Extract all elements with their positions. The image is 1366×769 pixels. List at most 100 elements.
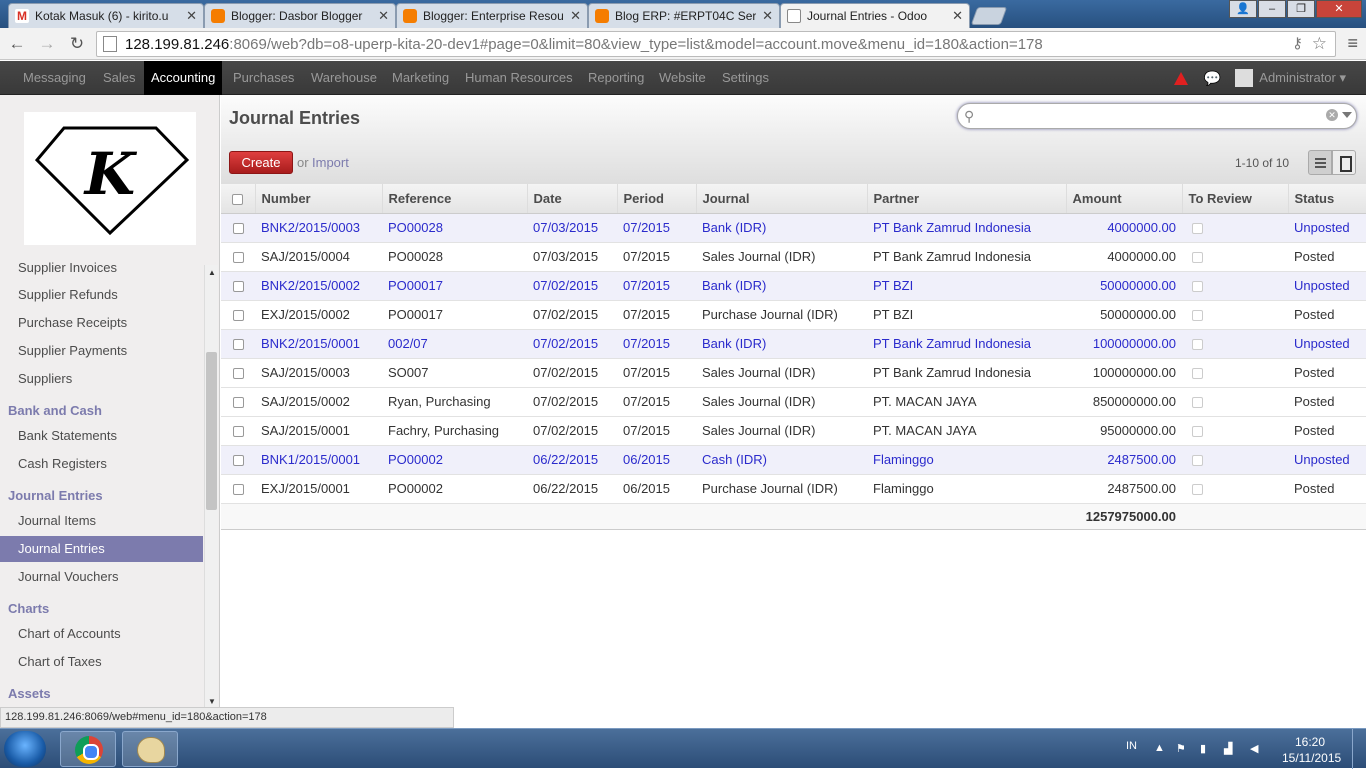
address-bar[interactable]: 128.199.81.246:8069/web?db=o8-uperp-kita… xyxy=(96,31,1336,57)
column-to-review[interactable]: To Review xyxy=(1181,184,1288,214)
table-row[interactable]: BNK2/2015/0002 PO00017 07/02/2015 07/2015 Ba… xyxy=(221,271,1366,301)
scroll-down-icon[interactable]: ▼ xyxy=(208,697,216,706)
cell-period[interactable]: 07/2015 xyxy=(617,416,696,446)
browser-tab-blogger-dashboard[interactable]: Blogger: Dasbor Blogger ✕ xyxy=(204,3,396,28)
select-all-checkbox[interactable] xyxy=(232,193,244,205)
cell-amount[interactable]: 95000000.00 xyxy=(1066,416,1182,446)
close-icon[interactable]: ✕ xyxy=(186,8,197,24)
cell-number[interactable]: SAJ/2015/0003 xyxy=(255,358,382,388)
browser-tab-blog-erp[interactable]: Blog ERP: #ERPT04C Serve ✕ xyxy=(588,3,780,28)
cell-status[interactable]: Posted xyxy=(1288,416,1366,446)
close-icon[interactable]: ✕ xyxy=(570,8,581,24)
cell-date[interactable]: 07/02/2015 xyxy=(527,416,617,446)
reload-icon[interactable]: ↻ xyxy=(64,31,90,57)
cell-status[interactable]: Unposted xyxy=(1288,445,1366,475)
cell-number[interactable]: SAJ/2015/0001 xyxy=(255,416,382,446)
cell-date[interactable]: 07/02/2015 xyxy=(527,358,617,388)
row-checkbox-cell[interactable] xyxy=(221,474,255,504)
cell-period[interactable]: 07/2015 xyxy=(617,387,696,417)
import-link[interactable]: Import xyxy=(312,155,349,170)
cell-amount[interactable]: 50000000.00 xyxy=(1066,271,1182,301)
sidebar-item-supplier-refunds[interactable]: Supplier Refunds xyxy=(0,282,203,308)
sidebar-item-supplier-invoices[interactable]: Supplier Invoices xyxy=(0,255,203,281)
sidebar-item-bank-statements[interactable]: Bank Statements xyxy=(0,423,203,449)
menu-website[interactable]: Website xyxy=(652,61,713,95)
row-checkbox-cell[interactable] xyxy=(221,242,255,272)
table-row[interactable]: BNK1/2015/0001 PO00002 06/22/2015 06/2015 Ca… xyxy=(221,445,1366,475)
cell-reference[interactable]: Ryan, Purchasing xyxy=(382,387,527,417)
menu-reporting[interactable]: Reporting xyxy=(581,61,651,95)
menu-sales[interactable]: Sales xyxy=(96,61,143,95)
cell-number[interactable]: BNK1/2015/0001 xyxy=(255,445,382,475)
taskbar-chrome[interactable] xyxy=(60,731,116,767)
cell-reference[interactable]: 002/07 xyxy=(382,329,527,359)
cell-amount[interactable]: 100000000.00 xyxy=(1066,329,1182,359)
close-icon[interactable]: ✕ xyxy=(762,8,773,24)
sidebar-item-supplier-payments[interactable]: Supplier Payments xyxy=(0,338,203,364)
cell-date[interactable]: 06/22/2015 xyxy=(527,474,617,504)
row-checkbox-cell[interactable] xyxy=(221,271,255,301)
menu-purchases[interactable]: Purchases xyxy=(226,61,301,95)
cell-partner[interactable]: PT Bank Zamrud Indonesia xyxy=(867,329,1066,359)
cell-status[interactable]: Unposted xyxy=(1288,271,1366,301)
cell-partner[interactable]: PT Bank Zamrud Indonesia xyxy=(867,242,1066,272)
row-checkbox[interactable] xyxy=(232,281,244,293)
cell-status[interactable]: Posted xyxy=(1288,474,1366,504)
clock[interactable]: 16:20 15/11/2015 xyxy=(1282,734,1341,766)
maximize-button[interactable]: ❐ xyxy=(1287,0,1315,18)
cell-status[interactable]: Posted xyxy=(1288,387,1366,417)
cell-status[interactable]: Unposted xyxy=(1288,213,1366,243)
menu-settings[interactable]: Settings xyxy=(715,61,776,95)
cell-partner[interactable]: Flaminggo xyxy=(867,474,1066,504)
cell-date[interactable]: 07/02/2015 xyxy=(527,329,617,359)
row-checkbox-cell[interactable] xyxy=(221,416,255,446)
cell-journal[interactable]: Bank (IDR) xyxy=(696,329,867,359)
cell-period[interactable]: 07/2015 xyxy=(617,358,696,388)
user-icon[interactable]: 👤 xyxy=(1229,0,1257,18)
row-checkbox-cell[interactable] xyxy=(221,213,255,243)
table-row[interactable]: SAJ/2015/0003 SO007 07/02/2015 07/2015 Sales… xyxy=(221,358,1366,388)
sidebar-item-journal-vouchers[interactable]: Journal Vouchers xyxy=(0,564,203,590)
cell-period[interactable]: 07/2015 xyxy=(617,300,696,330)
new-tab-button[interactable] xyxy=(970,7,1008,25)
row-checkbox-cell[interactable] xyxy=(221,445,255,475)
cell-to-review[interactable] xyxy=(1182,300,1288,330)
menu-marketing[interactable]: Marketing xyxy=(385,61,456,95)
close-icon[interactable]: ✕ xyxy=(378,8,389,24)
cell-to-review[interactable] xyxy=(1182,474,1288,504)
cell-number[interactable]: BNK2/2015/0003 xyxy=(255,213,382,243)
cell-reference[interactable]: PO00028 xyxy=(382,213,527,243)
cell-period[interactable]: 07/2015 xyxy=(617,242,696,272)
select-all-checkbox-cell[interactable] xyxy=(221,184,255,214)
table-row[interactable]: SAJ/2015/0001 Fachry, Purchasing 07/02/201… xyxy=(221,416,1366,446)
cell-reference[interactable]: PO00028 xyxy=(382,242,527,272)
row-checkbox-cell[interactable] xyxy=(221,387,255,417)
cell-reference[interactable]: PO00002 xyxy=(382,445,527,475)
cell-journal[interactable]: Sales Journal (IDR) xyxy=(696,242,867,272)
cell-date[interactable]: 06/22/2015 xyxy=(527,445,617,475)
cell-journal[interactable]: Bank (IDR) xyxy=(696,213,867,243)
column-amount[interactable]: Amount xyxy=(1065,184,1182,214)
cell-partner[interactable]: PT Bank Zamrud Indonesia xyxy=(867,213,1066,243)
column-journal[interactable]: Journal xyxy=(695,184,867,214)
cell-reference[interactable]: Fachry, Purchasing xyxy=(382,416,527,446)
cell-period[interactable]: 06/2015 xyxy=(617,474,696,504)
back-icon[interactable]: ← xyxy=(4,31,30,57)
scrollbar-thumb[interactable] xyxy=(206,352,217,510)
column-partner[interactable]: Partner xyxy=(866,184,1066,214)
cell-date[interactable]: 07/02/2015 xyxy=(527,271,617,301)
table-row[interactable]: BNK2/2015/0001 002/07 07/02/2015 07/2015 Ban… xyxy=(221,329,1366,359)
cell-date[interactable]: 07/03/2015 xyxy=(527,242,617,272)
menu-messaging[interactable]: Messaging xyxy=(16,61,93,95)
cell-partner[interactable]: PT BZI xyxy=(867,271,1066,301)
start-button[interactable] xyxy=(4,731,46,767)
cell-journal[interactable]: Cash (IDR) xyxy=(696,445,867,475)
cell-number[interactable]: EXJ/2015/0002 xyxy=(255,300,382,330)
pager-value[interactable]: 1-10 of 10 xyxy=(1235,156,1289,170)
cell-number[interactable]: SAJ/2015/0002 xyxy=(255,387,382,417)
network-icon[interactable]: ▟ xyxy=(1224,742,1236,755)
taskbar-paint[interactable] xyxy=(122,731,178,767)
browser-tab-journal-entries[interactable]: Journal Entries - Odoo ✕ xyxy=(780,3,970,28)
cell-reference[interactable]: SO007 xyxy=(382,358,527,388)
user-menu[interactable]: Administrator ▾ xyxy=(1259,70,1346,86)
